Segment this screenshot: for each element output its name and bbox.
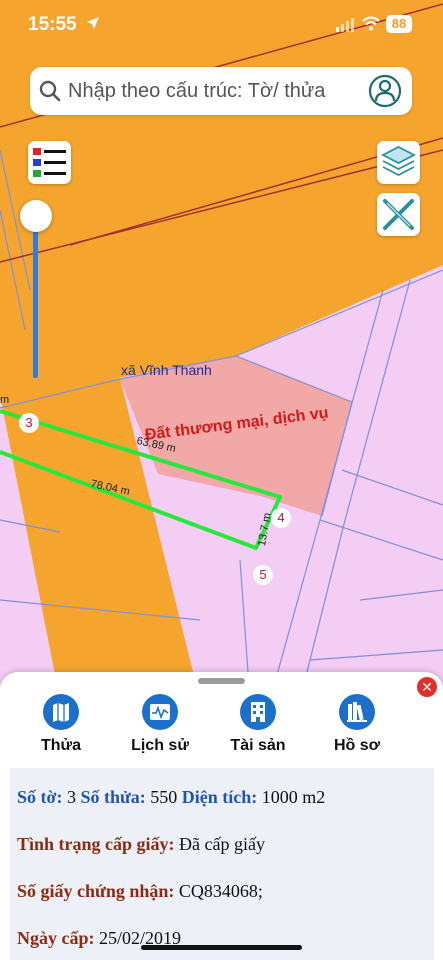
- parcel-info-sheet[interactable]: ✕ Thửa Lịch sử Tài sản Hồ sơ Số tờ: 3 Số…: [0, 672, 443, 960]
- issue-date-label: Ngày cấp:: [17, 928, 95, 948]
- legend-button[interactable]: [28, 141, 71, 184]
- vertex-marker: 5: [253, 565, 273, 585]
- parcel-info-panel: Số tờ: 3 Số thửa: 550 Diện tích: 1000 m2…: [10, 768, 434, 960]
- opacity-slider-track[interactable]: [33, 216, 38, 378]
- certificate-number-value: CQ834068;: [178, 881, 263, 901]
- sheet-number-label: Số tờ:: [17, 787, 63, 807]
- tab-tai-san[interactable]: Tài sản: [213, 694, 303, 755]
- area-name-label: xã Vĩnh Thanh: [121, 362, 212, 378]
- parcel-number-label: Số thửa:: [80, 787, 146, 807]
- search-input[interactable]: Nhập theo cấu trúc: Tờ/ thửa: [68, 80, 325, 103]
- battery-indicator: 88: [386, 15, 412, 33]
- vertex-marker: 3: [19, 413, 39, 433]
- info-tabs: Thửa Lịch sử Tài sản Hồ sơ: [0, 694, 443, 760]
- certificate-status-label: Tình trạng cấp giấy:: [17, 834, 175, 854]
- location-arrow-icon: [87, 17, 99, 29]
- ruler-pencil-icon: [383, 199, 414, 230]
- tab-label: Hồ sơ: [333, 737, 381, 754]
- sheet-drag-handle[interactable]: [198, 678, 245, 684]
- layers-icon: [381, 145, 416, 177]
- layers-button[interactable]: [377, 141, 420, 184]
- parcel-number-value: 550: [150, 787, 178, 807]
- measure-tool-button[interactable]: [377, 193, 420, 236]
- search-icon: [39, 80, 61, 102]
- status-time: 15:55: [28, 14, 77, 35]
- area-label: Diện tích:: [181, 787, 258, 807]
- tab-thua[interactable]: Thửa: [16, 694, 106, 755]
- tab-label: Lịch sử: [131, 737, 189, 754]
- user-profile-icon[interactable]: [368, 74, 402, 108]
- opacity-slider-handle[interactable]: [20, 200, 52, 232]
- history-chart-icon: [142, 694, 178, 730]
- search-bar[interactable]: Nhập theo cấu trúc: Tờ/ thửa: [30, 67, 412, 115]
- vertex-marker: 4: [271, 508, 291, 528]
- cellular-signal-icon: [336, 18, 354, 32]
- tab-label: Tài sản: [230, 737, 286, 754]
- area-value: 1000 m2: [261, 787, 326, 807]
- building-icon: [240, 694, 276, 730]
- map-icon: [43, 694, 79, 730]
- edge-length-label: m: [0, 394, 10, 406]
- parcel-identity-row: Số tờ: 3 Số thửa: 550 Diện tích: 1000 m2: [17, 787, 325, 808]
- certificate-status-value: Đã cấp giấy: [179, 834, 265, 854]
- status-bar: 15:55 88: [0, 0, 443, 52]
- close-icon: ✕: [421, 679, 433, 695]
- certificate-status-row: Tình trạng cấp giấy: Đã cấp giấy: [17, 834, 265, 855]
- tab-ho-so[interactable]: Hồ sơ: [312, 694, 402, 755]
- wifi-icon: [362, 16, 380, 31]
- legend-list-icon: [33, 148, 66, 177]
- tab-lich-su[interactable]: Lịch sử: [115, 694, 205, 755]
- home-indicator: [141, 945, 302, 950]
- certificate-number-row: Số giấy chứng nhận: CQ834068;: [17, 881, 263, 902]
- sheet-number-value: 3: [66, 787, 76, 807]
- documents-icon: [339, 694, 375, 730]
- certificate-number-label: Số giấy chứng nhận:: [17, 881, 175, 901]
- tab-label: Thửa: [40, 737, 82, 754]
